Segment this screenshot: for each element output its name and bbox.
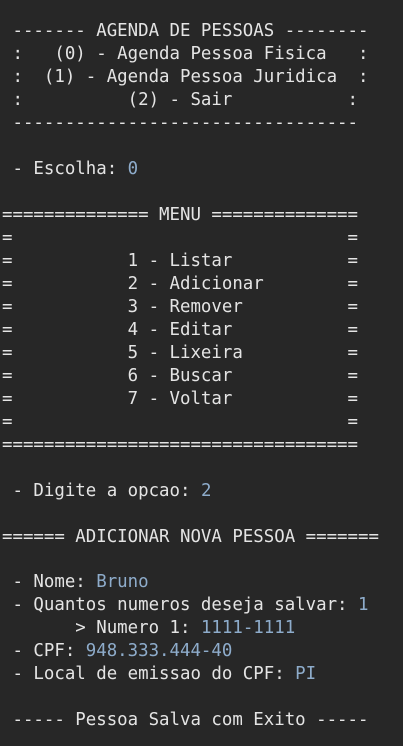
name-value: Bruno	[96, 572, 149, 592]
menu-blank-bottom: = =	[2, 412, 358, 432]
option-prompt-value: 2	[200, 481, 212, 501]
agenda-option-juridica: : (1) - Agenda Pessoa Juridica :	[2, 67, 369, 87]
cpf-line: - CPF: 948.333.444-40	[2, 640, 232, 663]
issuer-line: - Local de emissao do CPF: PI	[2, 663, 316, 686]
agenda-option-sair: : (2) - Sair :	[2, 90, 358, 110]
cpf-label: - CPF:	[2, 641, 86, 661]
success-message: ----- Pessoa Salva com Exito -----	[2, 710, 369, 730]
menu-top-border: ============== MENU ==============	[2, 205, 358, 225]
count-value: 1	[357, 595, 369, 615]
menu-item-listar: = 1 - Listar =	[2, 251, 358, 271]
cpf-value: 948.333.444-40	[85, 641, 233, 661]
number1-line: > Numero 1: 1111-1111	[2, 617, 295, 640]
option-prompt-line: - Digite a opcao: 2	[2, 480, 211, 503]
agenda-option-fisica: : (0) - Agenda Pessoa Fisica :	[2, 44, 369, 64]
menu-blank-top: = =	[2, 228, 358, 248]
count-label: - Quantos numeros deseja salvar:	[2, 595, 358, 615]
count-line: - Quantos numeros deseja salvar: 1	[2, 594, 368, 617]
agenda-title-line: ------- AGENDA DE PESSOAS --------	[2, 21, 369, 41]
choice-input-value: 0	[127, 159, 139, 179]
number1-value: 1111-1111	[200, 618, 296, 638]
agenda-bottom-line: ---------------------------------	[2, 113, 358, 133]
menu-item-adicionar: = 2 - Adicionar =	[2, 274, 358, 294]
menu-bottom-border: ==================================	[2, 435, 358, 455]
issuer-value: PI	[295, 664, 317, 684]
terminal-window[interactable]: ------- AGENDA DE PESSOAS -------- : (0)…	[0, 0, 403, 746]
menu-item-buscar: = 6 - Buscar =	[2, 366, 358, 386]
add-person-header: ====== ADICIONAR NOVA PESSOA =======	[2, 527, 379, 547]
menu-item-editar: = 4 - Editar =	[2, 320, 358, 340]
number1-label: > Numero 1:	[2, 618, 201, 638]
option-prompt-label: - Digite a opcao:	[2, 481, 201, 501]
menu-item-remover: = 3 - Remover =	[2, 297, 358, 317]
menu-item-voltar: = 7 - Voltar =	[2, 389, 358, 409]
menu-item-lixeira: = 5 - Lixeira =	[2, 343, 358, 363]
choice-line: - Escolha: 0	[2, 158, 138, 181]
name-line: - Nome: Bruno	[2, 571, 149, 594]
choice-label: - Escolha:	[2, 159, 128, 179]
issuer-label: - Local de emissao do CPF:	[2, 664, 296, 684]
name-label: - Nome:	[2, 572, 97, 592]
